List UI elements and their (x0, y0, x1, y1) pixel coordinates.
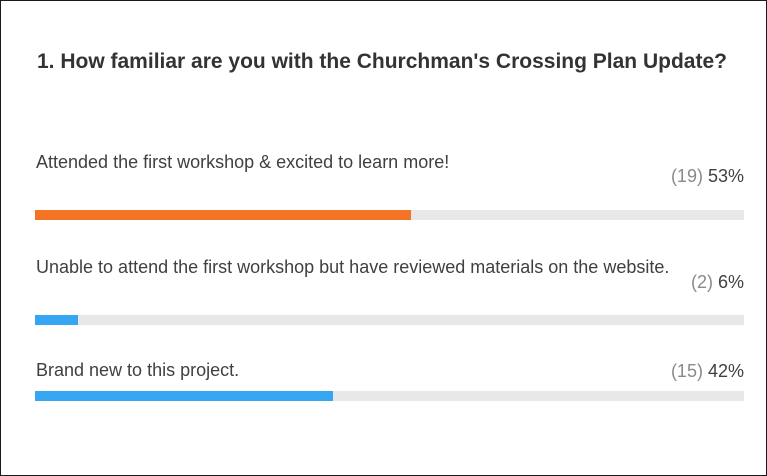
response-percent: 53% (707, 166, 744, 186)
poll-option-reviewed-materials: Unable to attend the first workshop but … (35, 254, 744, 326)
poll-card: 1. How familiar are you with the Churchm… (0, 0, 767, 476)
progress-fill (35, 391, 333, 401)
progress-track (35, 210, 744, 220)
question-title: 1. How familiar are you with the Churchm… (37, 50, 727, 73)
option-label: Unable to attend the first workshop but … (36, 257, 670, 277)
poll-option-brand-new: Brand new to this project. (15) 42% (35, 357, 744, 403)
response-percent: 42% (707, 361, 744, 381)
option-label: Attended the first workshop & excited to… (36, 152, 450, 172)
option-stats: (15) 42% (671, 358, 744, 384)
option-stats: (2) 6% (691, 269, 744, 295)
response-count: (19) (670, 166, 703, 186)
option-label: Brand new to this project. (36, 360, 240, 380)
progress-fill (35, 210, 411, 220)
progress-track (35, 315, 744, 325)
progress-track (35, 391, 744, 401)
response-count: (15) (670, 361, 703, 381)
progress-fill (35, 315, 78, 325)
response-percent: 6% (717, 272, 744, 292)
response-count: (2) (690, 272, 713, 292)
poll-option-attended-workshop: Attended the first workshop & excited to… (35, 149, 744, 221)
option-stats: (19) 53% (671, 163, 744, 189)
